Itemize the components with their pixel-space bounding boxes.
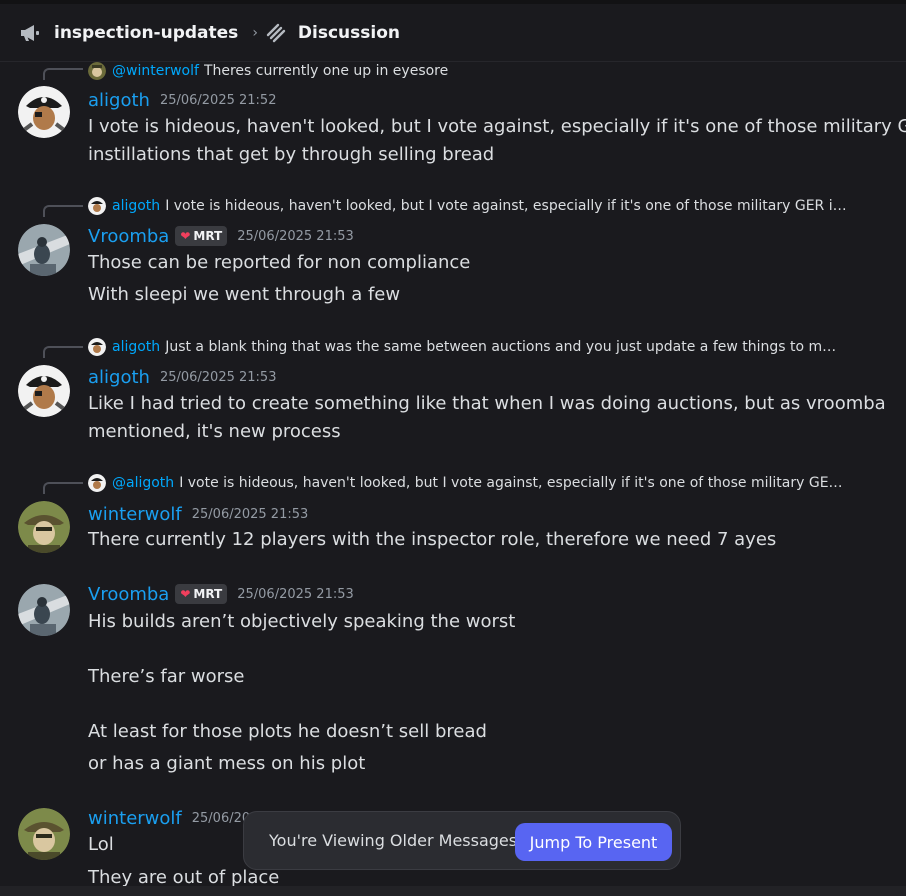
reply-author[interactable]: @winterwolf bbox=[112, 63, 199, 79]
role-badge[interactable]: ❤ MRT bbox=[175, 584, 228, 604]
reply-preview[interactable]: aligoth I vote is hideous, haven't looke… bbox=[88, 195, 888, 217]
avatar[interactable] bbox=[18, 808, 70, 860]
message-text: I vote is hideous, haven't looked, but I… bbox=[88, 116, 906, 137]
reply-avatar bbox=[88, 197, 106, 215]
timestamp: 25/06/2025 21:52 bbox=[159, 92, 277, 108]
reply-author[interactable]: @aligoth bbox=[112, 475, 174, 491]
reply-connector bbox=[43, 68, 83, 80]
jump-to-present-button[interactable]: Jump To Present bbox=[515, 823, 672, 861]
message-text: Those can be reported for non compliance bbox=[88, 252, 471, 273]
reply-author[interactable]: aligoth bbox=[112, 198, 160, 214]
username[interactable]: aligoth bbox=[88, 367, 150, 388]
reply-preview[interactable]: @winterwolf Theres currently one up in e… bbox=[88, 60, 888, 82]
avatar[interactable] bbox=[18, 584, 70, 636]
role-badge-label: MRT bbox=[193, 229, 223, 243]
username[interactable]: Vroomba bbox=[88, 226, 169, 247]
username[interactable]: Vroomba bbox=[88, 584, 169, 605]
timestamp: 25/06/2025 21:53 bbox=[237, 228, 354, 244]
message-text: or has a giant mess on his plot bbox=[88, 753, 366, 774]
username[interactable]: winterwolf bbox=[88, 504, 182, 525]
channel-name[interactable]: inspection-updates bbox=[54, 23, 238, 43]
reply-connector bbox=[43, 205, 83, 217]
chevron-right-icon: › bbox=[252, 24, 258, 41]
message-text: instillations that get by through sellin… bbox=[88, 144, 495, 165]
message-text: mentioned, it's new process bbox=[88, 421, 341, 442]
timestamp: 25/06/20 bbox=[191, 810, 251, 826]
timestamp: 25/06/2025 21:53 bbox=[159, 369, 277, 385]
reply-connector bbox=[43, 482, 83, 494]
reply-avatar bbox=[88, 62, 106, 80]
reply-connector bbox=[43, 346, 83, 358]
reply-author[interactable]: aligoth bbox=[112, 339, 160, 355]
username[interactable]: aligoth bbox=[88, 90, 150, 111]
avatar[interactable] bbox=[18, 86, 70, 138]
toast-text: You're Viewing Older Messages bbox=[269, 831, 518, 850]
reply-avatar bbox=[88, 474, 106, 492]
message-text: Like I had tried to create something lik… bbox=[88, 393, 886, 414]
thread-name[interactable]: Discussion bbox=[298, 23, 400, 43]
message-text: With sleepi we went through a few bbox=[88, 284, 401, 305]
timestamp: 25/06/2025 21:53 bbox=[191, 506, 309, 522]
heart-icon: ❤ bbox=[180, 229, 191, 243]
reply-text: Just a blank thing that was the same bet… bbox=[165, 339, 837, 355]
message-text: There’s far worse bbox=[88, 666, 245, 687]
reply-avatar bbox=[88, 338, 106, 356]
reply-text: I vote is hideous, haven't looked, but I… bbox=[165, 198, 847, 214]
timestamp: 25/06/2025 21:53 bbox=[237, 586, 354, 602]
message-text: His builds aren’t objectively speaking t… bbox=[88, 611, 516, 632]
role-badge-label: MRT bbox=[193, 587, 223, 601]
reply-text: Theres currently one up in eyesore bbox=[203, 63, 449, 79]
megaphone-icon bbox=[18, 21, 42, 45]
heart-icon: ❤ bbox=[180, 587, 191, 601]
avatar[interactable] bbox=[18, 501, 70, 553]
username[interactable]: winterwolf bbox=[88, 808, 182, 829]
message-text: There currently 12 players with the insp… bbox=[88, 529, 777, 550]
channel-header: inspection-updates › Discussion bbox=[0, 4, 906, 62]
older-messages-toast: You're Viewing Older Messages Jump To Pr… bbox=[243, 811, 681, 870]
avatar[interactable] bbox=[18, 224, 70, 276]
message-text: At least for those plots he doesn’t sell… bbox=[88, 721, 487, 742]
composer-edge bbox=[0, 886, 906, 896]
avatar[interactable] bbox=[18, 365, 70, 417]
thread-icon bbox=[264, 21, 288, 45]
reply-text: I vote is hideous, haven't looked, but I… bbox=[179, 475, 843, 491]
reply-preview[interactable]: aligoth Just a blank thing that was the … bbox=[88, 336, 888, 358]
reply-preview[interactable]: @aligoth I vote is hideous, haven't look… bbox=[88, 472, 888, 494]
role-badge[interactable]: ❤ MRT bbox=[175, 226, 228, 246]
message-text: Lol bbox=[88, 834, 114, 855]
